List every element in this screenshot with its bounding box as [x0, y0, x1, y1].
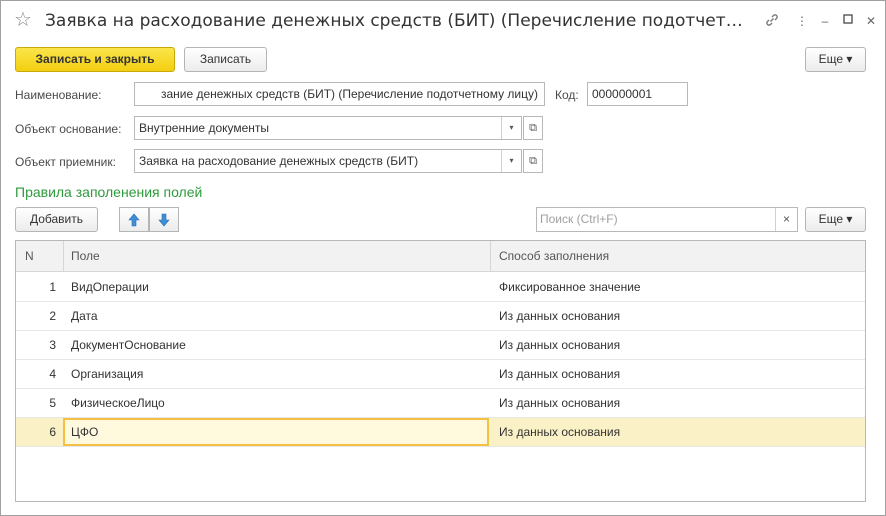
target-object-label: Объект приемник: [15, 155, 116, 169]
move-down-button[interactable] [149, 207, 179, 232]
title-bar: ☆ Заявка на расходование денежных средст… [1, 1, 885, 43]
row-method[interactable]: Фиксированное значение [499, 273, 641, 301]
row-method[interactable]: Из данных основания [499, 302, 620, 330]
search-placeholder: Поиск (Ctrl+F) [540, 212, 618, 226]
row-field[interactable]: ДокументОснование [71, 331, 186, 359]
table-row-selected[interactable]: 6 ЦФО Из данных основания [16, 418, 865, 447]
base-object-open-icon[interactable]: ⧉ [523, 116, 543, 140]
name-value: зание денежных средств (БИТ) (Перечислен… [160, 87, 538, 101]
link-icon[interactable] [763, 12, 781, 30]
row-method[interactable]: Из данных основания [499, 389, 620, 417]
document-window: ☆ Заявка на расходование денежных средст… [0, 0, 886, 516]
code-field[interactable]: 000000001 [587, 82, 688, 106]
row-field[interactable]: ФизическоеЛицо [71, 389, 165, 417]
column-header-field[interactable]: Поле [71, 241, 100, 272]
target-object-dropdown-icon[interactable]: ▾ [501, 150, 521, 172]
code-value: 000000001 [592, 87, 653, 101]
base-object-field[interactable]: Внутренние документы ▾ [134, 116, 522, 140]
arrow-up-icon [128, 213, 140, 227]
row-field-focused[interactable]: ЦФО [63, 418, 489, 446]
table-header: N Поле Способ заполнения [16, 241, 865, 272]
favorite-star-icon[interactable]: ☆ [14, 10, 32, 30]
target-object-field[interactable]: Заявка на расходование денежных средств … [134, 149, 522, 173]
search-input[interactable]: Поиск (Ctrl+F) × [536, 207, 798, 232]
row-method[interactable]: Из данных основания [499, 418, 620, 446]
row-number: 3 [49, 338, 56, 352]
table-row[interactable]: 4 Организация Из данных основания [16, 360, 865, 389]
name-field[interactable]: зание денежных средств (БИТ) (Перечислен… [134, 82, 545, 106]
target-object-value: Заявка на расходование денежных средств … [139, 154, 419, 168]
maximize-icon[interactable] [839, 12, 857, 30]
row-field[interactable]: Организация [71, 360, 143, 388]
row-number: 1 [49, 280, 56, 294]
row-method[interactable]: Из данных основания [499, 360, 620, 388]
target-object-open-icon[interactable]: ⧉ [523, 149, 543, 173]
base-object-label: Объект основание: [15, 122, 122, 136]
base-object-value: Внутренние документы [139, 121, 270, 135]
row-number: 6 [49, 425, 56, 439]
column-header-n[interactable]: N [25, 241, 34, 272]
minimize-icon[interactable]: – [816, 12, 834, 30]
base-object-dropdown-icon[interactable]: ▾ [501, 117, 521, 139]
table-row[interactable]: 3 ДокументОснование Из данных основания [16, 331, 865, 360]
more-button[interactable]: Еще ▾ [805, 47, 866, 72]
rules-section-title: Правила заполенения полей [15, 184, 203, 200]
row-number: 2 [49, 309, 56, 323]
row-number: 5 [49, 396, 56, 410]
move-up-button[interactable] [119, 207, 149, 232]
table-row[interactable]: 2 Дата Из данных основания [16, 302, 865, 331]
column-header-method[interactable]: Способ заполнения [499, 241, 609, 272]
name-label: Наименование: [15, 88, 102, 102]
row-method[interactable]: Из данных основания [499, 331, 620, 359]
code-label: Код: [555, 88, 579, 102]
rules-table: N Поле Способ заполнения 1 ВидОперации Ф… [15, 240, 866, 502]
clear-search-icon[interactable]: × [775, 208, 797, 231]
save-and-close-button[interactable]: Записать и закрыть [15, 47, 175, 72]
more-actions-icon[interactable]: ⋮ [793, 12, 811, 30]
row-number: 4 [49, 367, 56, 381]
table-row[interactable]: 5 ФизическоеЛицо Из данных основания [16, 389, 865, 418]
close-icon[interactable]: ✕ [862, 12, 880, 30]
row-field[interactable]: Дата [71, 302, 98, 330]
arrow-down-icon [158, 213, 170, 227]
row-field[interactable]: ВидОперации [71, 273, 149, 301]
add-button[interactable]: Добавить [15, 207, 98, 232]
window-title: Заявка на расходование денежных средств … [45, 11, 745, 31]
rules-more-button[interactable]: Еще ▾ [805, 207, 866, 232]
table-row[interactable]: 1 ВидОперации Фиксированное значение [16, 273, 865, 302]
save-button[interactable]: Записать [184, 47, 267, 72]
